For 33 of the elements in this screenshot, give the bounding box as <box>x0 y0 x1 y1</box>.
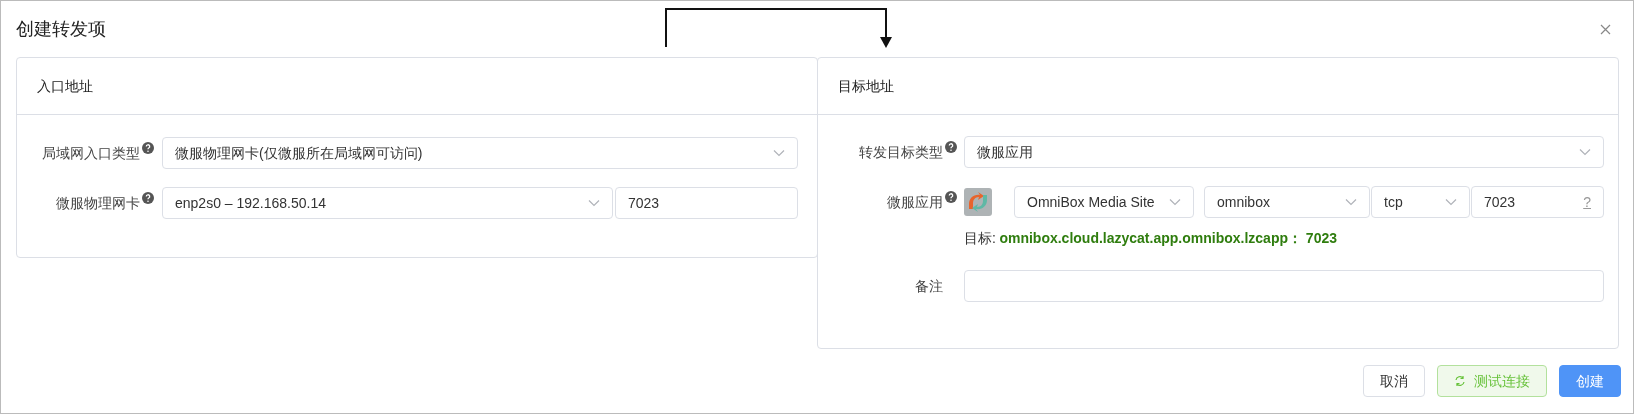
chevron-icon <box>1169 198 1181 206</box>
help-icon[interactable] <box>142 142 154 154</box>
help-icon[interactable] <box>142 192 154 204</box>
panel-header: 目标地址 <box>818 58 1618 115</box>
refresh-icon <box>1454 375 1466 387</box>
port-field[interactable]: 7023 ? <box>1471 186 1604 218</box>
cancel-button[interactable]: 取消 <box>1363 365 1425 397</box>
help-icon[interactable] <box>945 191 957 203</box>
field-label: 备注 <box>915 277 944 296</box>
chevron-icon <box>773 149 785 157</box>
chevron-icon <box>588 199 600 207</box>
close-icon[interactable] <box>1600 23 1611 35</box>
select-field[interactable]: 微服物理网卡(仅微服所在局域网可访问) <box>162 137 798 169</box>
select-field[interactable]: tcp <box>1371 186 1470 218</box>
app-icon <box>964 188 992 216</box>
field-label: 转发目标类型 <box>859 143 943 162</box>
chevron-icon <box>1579 148 1591 156</box>
field-label: 微服应用 <box>887 193 943 212</box>
target-label: 目标: <box>964 229 996 248</box>
note-field[interactable] <box>964 270 1604 302</box>
dialog-title: 创建转发项 <box>16 17 106 41</box>
panel-header: 入口地址 <box>17 58 817 115</box>
select-field[interactable]: enp2s0 – 192.168.50.14 <box>162 187 613 219</box>
field-label: 微服物理网卡 <box>56 194 140 213</box>
select-field[interactable]: OmniBox Media Site <box>1014 186 1194 218</box>
field-label: 局域网入口类型 <box>42 144 140 163</box>
select-field[interactable]: omnibox <box>1204 186 1370 218</box>
chevron-icon <box>1345 198 1357 206</box>
select-field[interactable]: 微服应用 <box>964 136 1604 168</box>
chevron-icon <box>1445 198 1457 206</box>
help-icon[interactable] <box>945 141 957 153</box>
target-address: omnibox.cloud.lazycat.app.omnibox.lzcapp： 7023 <box>999 229 1338 248</box>
port-field[interactable]: 7023 <box>615 187 798 219</box>
